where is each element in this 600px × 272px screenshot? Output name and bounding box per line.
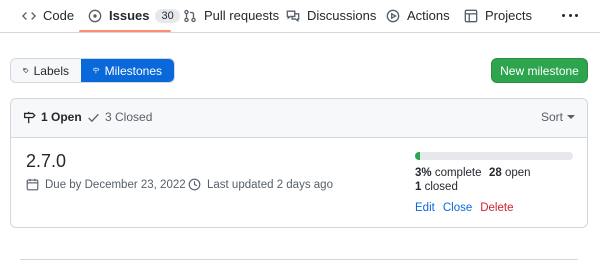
new-milestone-button[interactable]: New milestone xyxy=(491,58,588,83)
open-count-value: 28 xyxy=(489,167,502,179)
kebab-horizontal-icon[interactable] xyxy=(562,8,578,22)
last-updated-text: Last updated 2 days ago xyxy=(207,178,333,191)
milestone-progress-fill xyxy=(415,152,420,160)
sort-dropdown[interactable]: Sort xyxy=(541,110,575,124)
close-link[interactable]: Close xyxy=(443,202,472,214)
closed-milestones-filter[interactable]: 3 Closed xyxy=(87,110,152,124)
milestone-icon xyxy=(93,67,100,74)
tab-actions-label: Actions xyxy=(407,8,450,23)
tab-issues[interactable]: Issues 30 xyxy=(88,0,180,31)
issues-count-badge: 30 xyxy=(155,8,180,23)
clock-icon xyxy=(188,178,201,191)
tab-discussions[interactable]: Discussions xyxy=(286,0,376,31)
open-milestones-label: 1 Open xyxy=(41,110,82,124)
delete-link[interactable]: Delete xyxy=(480,202,513,214)
edit-link[interactable]: Edit xyxy=(415,202,435,214)
open-milestones-filter[interactable]: 1 Open xyxy=(23,110,82,124)
more-dot xyxy=(575,13,578,17)
milestone-actions: Edit Close Delete xyxy=(415,202,521,214)
percent-value: 3% xyxy=(415,167,432,179)
calendar-icon xyxy=(26,178,39,191)
tab-pull-requests-label: Pull requests xyxy=(204,8,280,23)
more-dot xyxy=(562,13,565,17)
labels-button-label: Labels xyxy=(33,63,69,78)
labels-milestones-switch: Labels Milestones xyxy=(10,58,175,83)
percent-complete: 3% complete xyxy=(415,167,481,179)
labels-button[interactable]: Labels xyxy=(11,59,81,82)
tab-projects[interactable]: Projects xyxy=(464,0,532,31)
comment-discussion-icon xyxy=(286,10,300,22)
tab-actions[interactable]: Actions xyxy=(386,0,450,31)
milestone-due-date: Due by December 23, 2022 xyxy=(26,178,186,191)
percent-suffix: complete xyxy=(431,167,482,179)
repo-nav: Code Issues 30 Pull requests Discussions… xyxy=(0,0,600,33)
tab-code[interactable]: Code xyxy=(22,0,74,31)
open-issues-count[interactable]: 28 open xyxy=(489,167,531,179)
check-icon xyxy=(88,113,99,122)
active-tab-underline xyxy=(79,30,171,32)
tab-discussions-label: Discussions xyxy=(307,8,377,23)
milestones-list-header: 1 Open 3 Closed Sort xyxy=(11,99,587,138)
closed-milestones-label: 3 Closed xyxy=(105,110,153,124)
play-icon xyxy=(386,9,400,22)
table-icon xyxy=(464,9,478,22)
due-date-text: Due by December 23, 2022 xyxy=(45,178,186,191)
closed-issues-count[interactable]: 1 closed xyxy=(415,181,458,193)
milestone-progress-bar xyxy=(415,152,573,160)
chevron-down-icon xyxy=(567,115,575,119)
milestone-icon xyxy=(23,111,36,123)
code-icon xyxy=(22,11,36,20)
more-dot xyxy=(568,13,572,17)
milestones-list: 1 Open 3 Closed Sort 2.7.0 Due by Decemb… xyxy=(10,98,588,228)
open-count-suffix: open xyxy=(501,167,531,179)
git-pull-request-icon xyxy=(184,9,196,22)
closed-count-suffix: closed xyxy=(421,181,458,193)
tab-issues-label: Issues xyxy=(109,8,150,23)
issue-opened-icon xyxy=(88,9,102,22)
tab-projects-label: Projects xyxy=(485,8,532,23)
sort-label: Sort xyxy=(540,110,563,124)
milestones-button[interactable]: Milestones xyxy=(81,59,174,82)
tag-icon xyxy=(23,67,29,74)
section-divider xyxy=(20,259,578,260)
tab-code-label: Code xyxy=(43,8,75,23)
milestone-title[interactable]: 2.7.0 xyxy=(26,151,66,172)
tab-pull-requests[interactable]: Pull requests xyxy=(183,0,279,31)
milestones-button-label: Milestones xyxy=(104,63,162,78)
milestone-last-updated: Last updated 2 days ago xyxy=(188,178,333,191)
